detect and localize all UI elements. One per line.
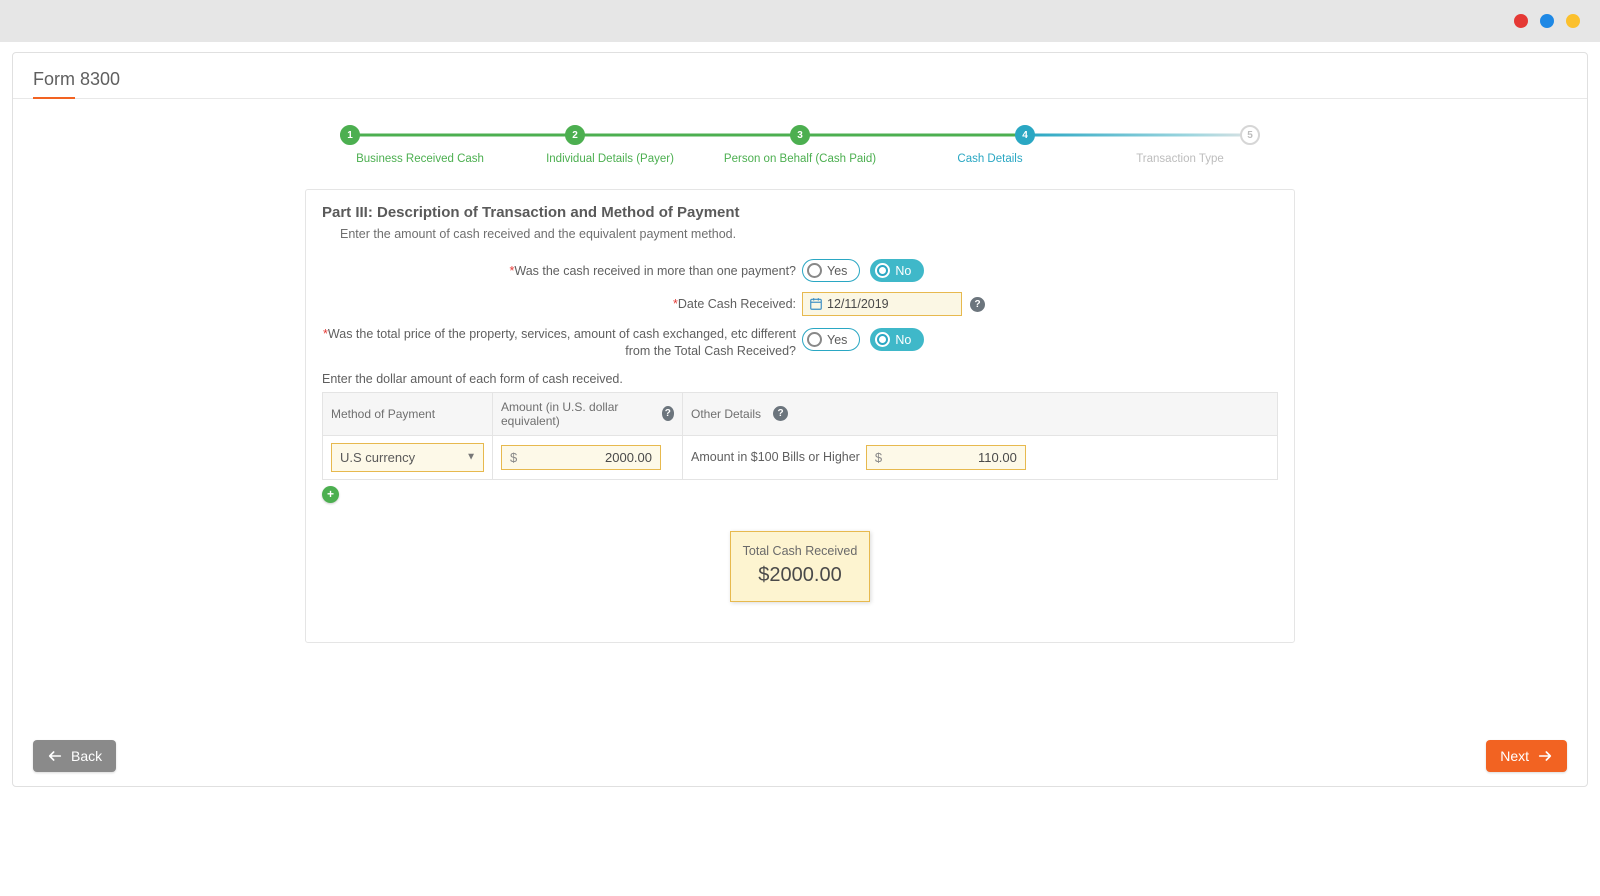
other-amount-input[interactable] <box>886 450 1017 465</box>
plus-icon: + <box>327 487 334 501</box>
step-node-1[interactable]: 1 <box>340 125 360 145</box>
stepper: 1 2 3 4 5 Business Received Cash Individ… <box>340 125 1260 165</box>
step-label-3: Person on Behalf (Cash Paid) <box>720 153 880 165</box>
method-select[interactable]: U.S currency <box>331 443 484 472</box>
add-row-button[interactable]: + <box>322 486 339 503</box>
row-instruction: Enter the dollar amount of each form of … <box>322 372 1278 386</box>
table-row: U.S currency ▼ $ Amount in $100 <box>323 435 1278 479</box>
step-label-4: Cash Details <box>910 153 1070 165</box>
total-cash-box: Total Cash Received $2000.00 <box>730 531 870 602</box>
section-heading: Part III: Description of Transaction and… <box>322 204 1278 221</box>
price-diff-yes[interactable]: Yes <box>802 328 860 351</box>
th-other: Other Details? <box>683 392 1278 435</box>
page-title: Form 8300 <box>13 69 1587 99</box>
step-label-5: Transaction Type <box>1100 153 1260 165</box>
radio-icon <box>807 332 822 347</box>
amount-input[interactable] <box>521 450 652 465</box>
currency-prefix: $ <box>510 450 517 465</box>
help-icon[interactable]: ? <box>773 406 788 421</box>
other-detail-label: Amount in $100 Bills or Higher <box>691 450 860 464</box>
step-node-2[interactable]: 2 <box>565 125 585 145</box>
radio-icon <box>807 263 822 278</box>
payment-section-card: Part III: Description of Transaction and… <box>305 189 1295 643</box>
multi-payment-no[interactable]: No <box>870 259 924 282</box>
form-page: Form 8300 1 2 3 4 5 Business Received Ca… <box>12 52 1588 787</box>
price-diff-label: *Was the total price of the property, se… <box>322 326 802 360</box>
step-node-3[interactable]: 3 <box>790 125 810 145</box>
date-received-input[interactable]: 12/11/2019 <box>802 292 962 316</box>
date-received-value: 12/11/2019 <box>827 297 889 311</box>
next-button[interactable]: Next <box>1486 740 1567 772</box>
arrow-left-icon <box>47 748 63 764</box>
arrow-right-icon <box>1537 748 1553 764</box>
total-label: Total Cash Received <box>741 544 859 558</box>
step-node-4[interactable]: 4 <box>1015 125 1035 145</box>
window-maximize-icon[interactable] <box>1566 14 1580 28</box>
price-diff-no[interactable]: No <box>870 328 924 351</box>
th-method: Method of Payment <box>323 392 493 435</box>
payment-table: Method of Payment Amount (in U.S. dollar… <box>322 392 1278 480</box>
help-icon[interactable]: ? <box>970 297 985 312</box>
total-value: $2000.00 <box>741 564 859 587</box>
multi-payment-yes[interactable]: Yes <box>802 259 860 282</box>
section-subtext: Enter the amount of cash received and th… <box>340 227 1278 241</box>
step-node-5[interactable]: 5 <box>1240 125 1260 145</box>
back-button[interactable]: Back <box>33 740 116 772</box>
date-received-label: *Date Cash Received: <box>322 297 802 311</box>
step-label-2: Individual Details (Payer) <box>530 153 690 165</box>
currency-prefix: $ <box>875 450 882 465</box>
multi-payment-label: *Was the cash received in more than one … <box>322 264 802 278</box>
window-chrome <box>0 0 1600 42</box>
amount-input-wrap[interactable]: $ <box>501 445 661 470</box>
calendar-icon <box>809 297 823 311</box>
radio-icon <box>875 332 890 347</box>
window-close-icon[interactable] <box>1514 14 1528 28</box>
step-label-1: Business Received Cash <box>340 153 500 165</box>
other-input-wrap[interactable]: $ <box>866 445 1026 470</box>
window-minimize-icon[interactable] <box>1540 14 1554 28</box>
radio-icon <box>875 263 890 278</box>
th-amount: Amount (in U.S. dollar equivalent)? <box>493 392 683 435</box>
help-icon[interactable]: ? <box>662 406 674 421</box>
